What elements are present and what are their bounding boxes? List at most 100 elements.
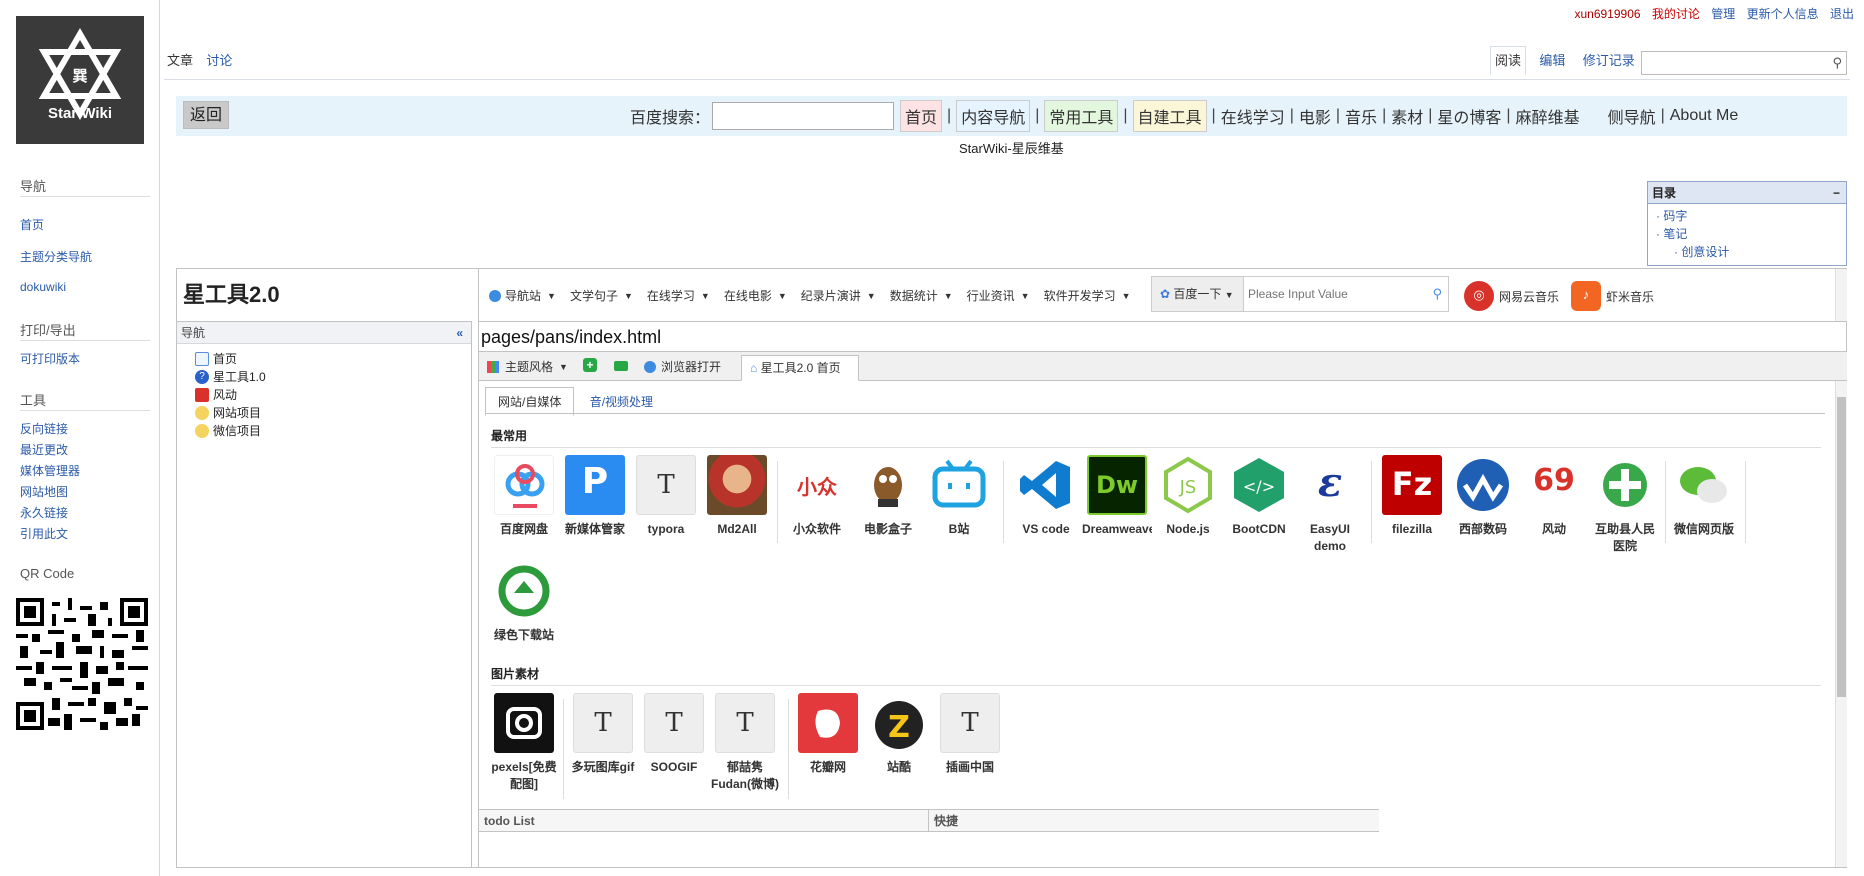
add-tab-button[interactable]: + [583,358,597,372]
netease-music-link[interactable]: ◎ 网易云音乐 [1464,281,1559,311]
back-button[interactable]: 返回 [183,101,230,129]
app-zcool[interactable]: Z 站酷 [864,693,934,776]
app-filezilla[interactable]: Fz filezilla [1377,455,1447,538]
sidebar-item-media[interactable]: 媒体管理器 [20,462,80,479]
nav-online-learning[interactable]: 在线学习 [1221,104,1285,128]
nav-anesthesia-wiki[interactable]: 麻醉维基 [1516,104,1580,128]
app-duowan-gif[interactable]: T 多玩图库gif [568,693,638,776]
tree-item-wechat-projects[interactable]: 微信项目 [195,422,261,439]
nav-home[interactable]: 首页 [900,100,943,132]
sidebar-item-topics[interactable]: 主题分类导航 [20,248,92,265]
menu-statistics[interactable]: 数据统计 ▼ [890,287,953,304]
app-appinn[interactable]: 小众 小众软件 [782,455,852,538]
sidebar-item-recent[interactable]: 最近更改 [20,441,68,458]
search-icon[interactable]: ⚲ [1832,55,1842,71]
nodejs-icon: JS [1158,455,1218,515]
sidebar-item-dokuwiki[interactable]: dokuwiki [20,280,66,294]
tree-item-fengdong[interactable]: 风动 [195,386,237,403]
baidu-value-input[interactable] [1244,277,1424,311]
app-typora[interactable]: T typora [631,455,701,538]
toc-header[interactable]: 目录 − [1648,182,1846,204]
toc-collapse-icon[interactable]: − [1833,182,1840,204]
nav-custom-tools[interactable]: 自建工具 [1132,100,1207,132]
tab-article[interactable]: 文章 [164,47,196,74]
my-discussions-link[interactable]: 我的讨论 [1652,7,1700,21]
baidu-search-input[interactable] [712,102,895,130]
sidebar-item-sitemap[interactable]: 网站地图 [20,483,68,500]
toc-item[interactable]: · 码字 [1656,207,1846,225]
app-illustration-china[interactable]: T 插画中国 [935,693,1005,776]
toc-item[interactable]: · 笔记 [1656,225,1846,243]
app-nodejs[interactable]: JS Node.js [1153,455,1223,538]
app-dreamweaver[interactable]: Dw Dreamweaver [1082,455,1152,538]
update-profile-link[interactable]: 更新个人信息 [1747,7,1819,21]
open-in-browser-button[interactable]: 浏览器打开 [644,358,721,375]
bulb-icon [195,405,209,420]
app-movie-box[interactable]: 电影盒子 [853,455,923,538]
sidebar-item-home[interactable]: 首页 [20,216,44,233]
tab-edit[interactable]: 编辑 [1535,47,1569,74]
nav-about-me[interactable]: About Me [1670,107,1738,125]
toolbar-scrollbar[interactable] [1835,269,1847,321]
divider [777,461,778,543]
app-yuzhejun[interactable]: T 郁喆隽Fudan(微博) [710,693,780,793]
tree-item-web-projects[interactable]: 网站项目 [195,404,261,421]
collapse-icon[interactable]: « [456,322,463,344]
tab-read[interactable]: 阅读 [1490,46,1527,75]
tree-item-star-tools[interactable]: ? 星工具1.0 [195,368,266,385]
app-west-digital[interactable]: 西部数码 [1448,455,1518,538]
app-fengdong[interactable]: 69 风动 [1519,455,1589,538]
content-scrollbar[interactable] [1835,381,1847,867]
app-wechat-web[interactable]: 微信网页版 [1669,455,1739,538]
menu-online-movies[interactable]: 在线电影 ▼ [724,287,787,304]
app-baidu-pan[interactable]: 百度网盘 [489,455,559,538]
tree-item-home[interactable]: 首页 [195,350,237,367]
app-vscode[interactable]: VS code [1011,455,1081,538]
app-easyui[interactable]: ε EasyUI demo [1295,455,1365,555]
app-green-download[interactable]: 绿色下载站 [489,561,559,644]
remove-tab-button[interactable] [614,361,628,371]
app-huzhu-hospital[interactable]: 互助县人民医院 [1590,455,1660,555]
baidu-search-button[interactable]: ✿ 百度一下 ▼ [1152,277,1244,311]
tab-history[interactable]: 修订记录 [1579,47,1639,74]
app-bilibili[interactable]: B站 [924,455,994,538]
tab-websites-media[interactable]: 网站/自媒体 [485,387,575,416]
menu-literature[interactable]: 文学句子 ▼ [570,287,633,304]
username-link[interactable]: xun6919906 [1574,7,1640,21]
svg-text:巽: 巽 [72,67,87,85]
menu-software-dev[interactable]: 软件开发学习 ▼ [1044,287,1131,304]
menu-documentaries[interactable]: 纪录片演讲 ▼ [801,287,876,304]
menu-nav-sites[interactable]: 导航站 ▼ [489,287,556,304]
nav-side-nav[interactable]: 侧导航 [1608,104,1656,128]
sidebar-item-permalink[interactable]: 永久链接 [20,504,68,521]
wiki-search-input[interactable]: ⚲ [1641,51,1847,75]
tab-discussion[interactable]: 讨论 [203,47,235,74]
sidebar-item-cite[interactable]: 引用此文 [20,525,68,542]
tab-audio-video[interactable]: 音/视频处理 [578,388,665,415]
nav-materials[interactable]: 素材 [1391,104,1423,128]
sidebar-item-printable[interactable]: 可打印版本 [20,350,80,367]
nav-content[interactable]: 内容导航 [956,100,1031,132]
app-pexels[interactable]: pexels[免费配图] [489,693,559,793]
logout-link[interactable]: 退出 [1830,7,1854,21]
nav-music[interactable]: 音乐 [1345,104,1377,128]
app-huaban[interactable]: 花瓣网 [793,693,863,776]
home-tab[interactable]: ⌂ 星工具2.0 首页 [741,355,859,381]
search-icon[interactable]: ⚲ [1432,286,1442,302]
app-bootcdn[interactable]: </> BootCDN [1224,455,1294,538]
nav-blog[interactable]: 星の博客 [1437,104,1501,128]
admin-link[interactable]: 管理 [1711,7,1735,21]
toc-item[interactable]: · 创意设计 [1656,243,1846,261]
nav-common-tools[interactable]: 常用工具 [1044,100,1119,132]
nav-movies[interactable]: 电影 [1299,104,1331,128]
theme-menu[interactable]: 主题风格 ▼ [487,358,568,375]
menu-online-learning[interactable]: 在线学习 ▼ [647,287,710,304]
xiami-music-link[interactable]: ♪ 虾米音乐 [1571,281,1654,311]
scrollbar-thumb[interactable] [1837,397,1846,697]
menu-industry-news[interactable]: 行业资讯 ▼ [967,287,1030,304]
app-new-media-manager[interactable]: P 新媒体管家 [560,455,630,538]
site-logo[interactable]: 巽 Star Wiki [16,16,144,144]
sidebar-item-backlinks[interactable]: 反向链接 [20,420,68,437]
app-md2all[interactable]: Md2All [702,455,772,538]
app-soogif[interactable]: T SOOGIF [639,693,709,776]
